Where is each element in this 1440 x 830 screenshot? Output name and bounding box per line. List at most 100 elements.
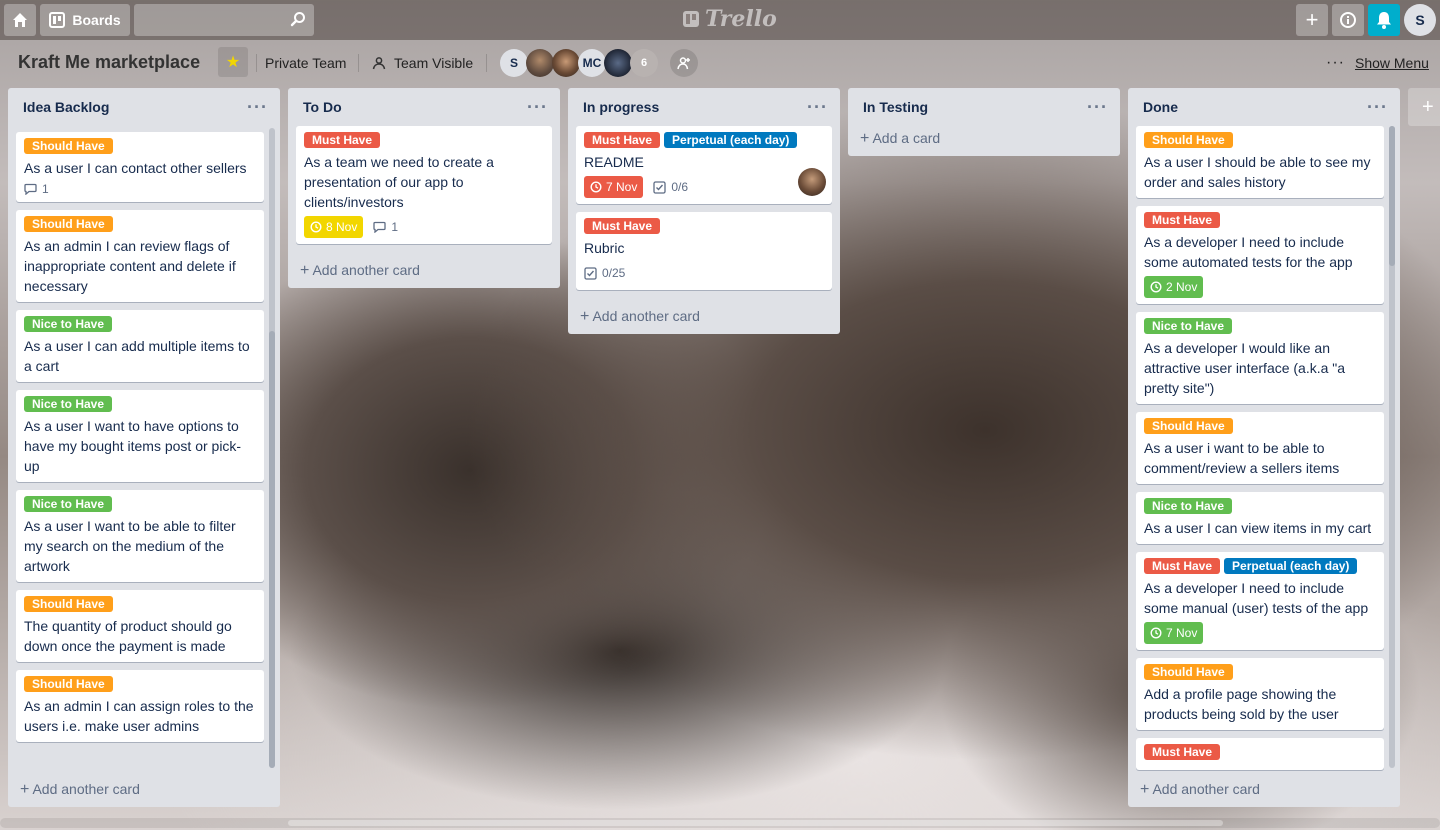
add-card-button[interactable]: + Add another card [1128, 771, 1400, 807]
search-input[interactable] [134, 4, 314, 36]
add-card-label: Add another card [1152, 781, 1260, 797]
card-title: As a developer I need to include some ma… [1144, 580, 1369, 616]
plus-icon: + [1305, 7, 1319, 32]
due-date-badge[interactable]: 8 Nov [304, 216, 364, 238]
clock-icon [590, 181, 602, 193]
card[interactable]: Should Have As a user i want to be able … [1136, 412, 1384, 484]
card-title: As a user I want to be able to filter my… [24, 518, 236, 574]
list-header[interactable]: In progress ··· [568, 88, 840, 126]
invite-button[interactable] [670, 49, 698, 77]
list-header[interactable]: Idea Backlog ··· [8, 88, 280, 126]
add-card-button[interactable]: + Add another card [568, 298, 840, 334]
member-avatar-photo[interactable] [526, 49, 554, 77]
plus-icon: + [860, 130, 870, 147]
add-card-label: Add a card [872, 130, 941, 146]
card[interactable]: Must Have [1136, 738, 1384, 770]
card-member-avatar[interactable] [798, 168, 826, 196]
card[interactable]: Should Have The quantity of product shou… [16, 590, 264, 662]
card-list-scroller[interactable]: Should Have As a user I should be able t… [1128, 126, 1400, 771]
boards-icon [49, 12, 66, 28]
card-title: As a team we need to create a presentati… [304, 154, 494, 210]
card-title: The quantity of product should go down o… [24, 618, 232, 654]
list-header[interactable]: Done ··· [1128, 88, 1400, 126]
show-menu-button[interactable]: ··· Show Menu [1326, 52, 1429, 74]
label-should-have: Should Have [1144, 132, 1233, 148]
label-must-have: Must Have [584, 132, 661, 148]
info-button[interactable] [1332, 4, 1364, 36]
create-button[interactable]: + [1296, 4, 1328, 36]
plus-icon: + [580, 308, 590, 325]
card[interactable]: Nice to Have As a developer I would like… [1136, 312, 1384, 404]
card[interactable]: Must Have Rubric 0/25 [576, 212, 832, 290]
card[interactable]: Should Have As a user I can contact othe… [16, 132, 264, 202]
card-title: As a developer I need to include some au… [1144, 234, 1353, 270]
card[interactable]: Must Have As a developer I need to inclu… [1136, 206, 1384, 304]
member-avatar[interactable]: MC [578, 49, 606, 77]
list-header[interactable]: To Do ··· [288, 88, 560, 126]
card[interactable]: Must Have Perpetual (each day) README 7 … [576, 126, 832, 204]
board-scrollbar-thumb[interactable] [288, 820, 1223, 826]
list-menu-icon[interactable]: ··· [247, 97, 268, 118]
card[interactable]: Should Have Add a profile page showing t… [1136, 658, 1384, 730]
list-menu-icon[interactable]: ··· [527, 97, 548, 118]
card-list-scroller[interactable]: Should Have As a user I can contact othe… [8, 126, 280, 771]
plus-icon: + [1422, 95, 1434, 118]
member-avatar-photo[interactable] [604, 49, 632, 77]
notifications-button[interactable] [1368, 4, 1400, 36]
label-perpetual: Perpetual (each day) [664, 132, 798, 148]
add-card-label: Add another card [312, 262, 420, 278]
team-name[interactable]: Private Team [265, 52, 346, 74]
scrollbar-thumb[interactable] [269, 331, 275, 768]
add-card-button[interactable]: + Add a card [848, 120, 1120, 156]
card[interactable]: Should Have As a user I should be able t… [1136, 126, 1384, 198]
visibility-label: Team Visible [394, 55, 474, 71]
board-scrollbar[interactable] [0, 818, 1440, 828]
due-date-badge[interactable]: 7 Nov [1144, 622, 1204, 644]
list-menu-icon[interactable]: ··· [1367, 97, 1388, 118]
boards-button[interactable]: Boards [40, 4, 130, 36]
card[interactable]: Must Have Perpetual (each day) As a deve… [1136, 552, 1384, 650]
search-icon[interactable] [290, 11, 306, 27]
board-title[interactable]: Kraft Me marketplace [18, 52, 200, 73]
member-avatar-photo[interactable] [552, 49, 580, 77]
list-to-do: To Do ··· Must Have As a team we need to… [288, 88, 560, 288]
card[interactable]: Nice to Have As a user I can view items … [1136, 492, 1384, 544]
list-menu-icon[interactable]: ··· [1087, 97, 1108, 118]
checklist-badge: 0/25 [584, 262, 625, 284]
card-title: As a user I can view items in my cart [1144, 520, 1372, 536]
scrollbar-thumb[interactable] [1389, 126, 1395, 266]
list-menu-icon[interactable]: ··· [807, 97, 828, 118]
user-avatar[interactable]: S [1404, 4, 1436, 36]
trello-logo-icon [683, 11, 699, 27]
add-card-button[interactable]: + Add another card [8, 771, 280, 807]
more-members-badge[interactable]: 6 [630, 49, 658, 77]
list-title: Done [1143, 99, 1178, 115]
add-list-button[interactable]: + [1408, 88, 1440, 126]
member-avatar[interactable]: S [500, 49, 528, 77]
label-nice-to-have: Nice to Have [1144, 498, 1233, 514]
card[interactable]: Nice to Have As a user I want to have op… [16, 390, 264, 482]
label-should-have: Should Have [24, 676, 113, 692]
star-button[interactable]: ★ [218, 47, 248, 77]
due-date-badge[interactable]: 2 Nov [1144, 276, 1204, 298]
home-button[interactable] [4, 4, 36, 36]
list-title: Idea Backlog [23, 99, 110, 115]
card[interactable]: Should Have As an admin I can assign rol… [16, 670, 264, 742]
label-nice-to-have: Nice to Have [24, 316, 113, 332]
bell-icon [1377, 12, 1391, 29]
add-card-button[interactable]: + Add another card [288, 252, 560, 288]
trello-logo[interactable]: Trello [682, 6, 777, 32]
card[interactable]: Must Have As a team we need to create a … [296, 126, 552, 244]
card[interactable]: Should Have As an admin I can review fla… [16, 210, 264, 302]
member-initial: S [509, 56, 518, 70]
star-icon: ★ [225, 54, 241, 71]
plus-icon: + [20, 781, 30, 798]
card[interactable]: Nice to Have As a user I can add multipl… [16, 310, 264, 382]
card[interactable]: Nice to Have As a user I want to be able… [16, 490, 264, 582]
visibility-button[interactable]: Team Visible [372, 52, 473, 74]
card-title: As an admin I can review flags of inappr… [24, 238, 236, 294]
due-date-badge[interactable]: 7 Nov [584, 176, 644, 198]
divider [256, 54, 257, 72]
label-should-have: Should Have [24, 216, 113, 232]
checklist-count: 0/25 [602, 266, 626, 280]
